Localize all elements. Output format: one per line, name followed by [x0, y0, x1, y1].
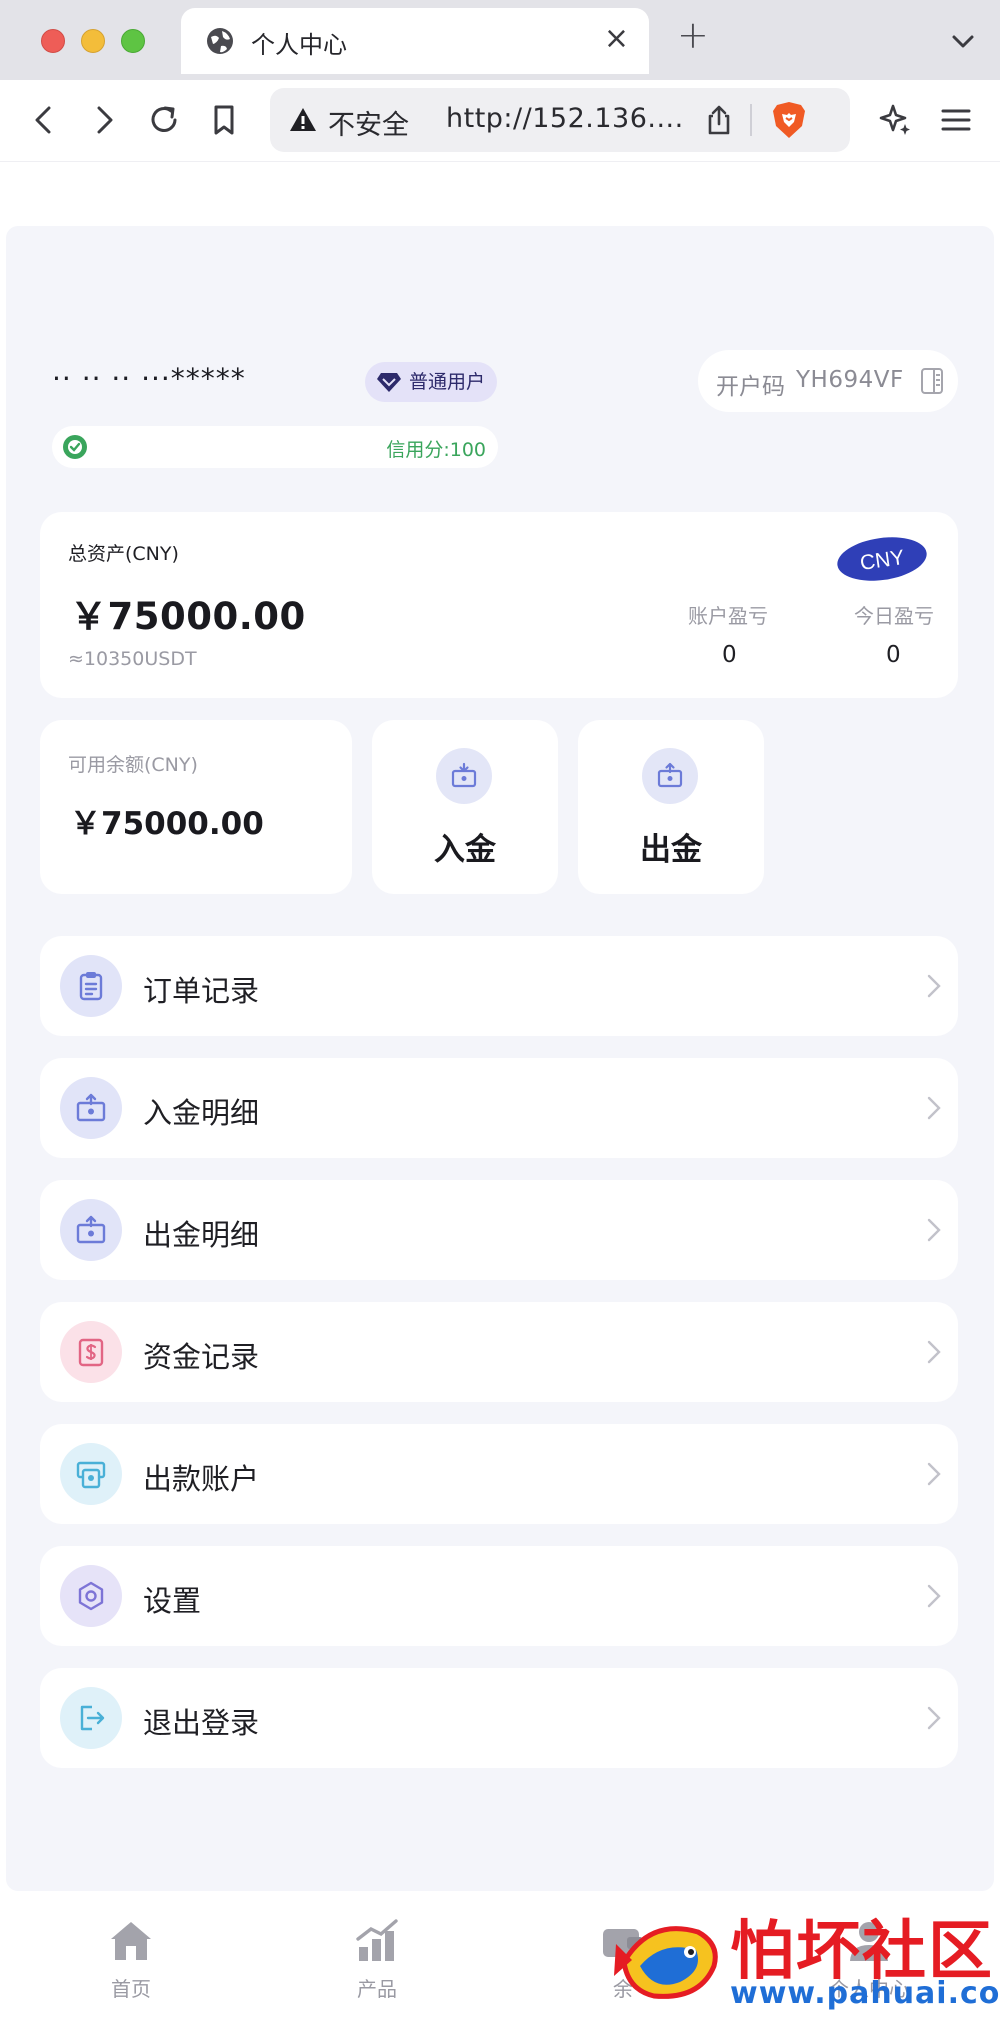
home-icon — [111, 1922, 151, 1960]
nav-products[interactable]: 产品 — [302, 1907, 452, 2007]
total-assets-card: 总资产(CNY) ￥75000.00 ≈10350USDT CNY 账户盈亏 0… — [40, 512, 958, 698]
chevron-right-icon — [927, 1706, 941, 1730]
account-code-value: YH694VF — [796, 367, 904, 393]
browser-tab[interactable]: 个人中心 × — [181, 8, 649, 74]
menu-item-deposit-detail[interactable]: 入金明细 — [40, 1058, 958, 1158]
brave-shield-icon[interactable] — [770, 100, 808, 140]
menu-item-label: 入金明细 — [143, 1096, 260, 1130]
share-icon[interactable] — [702, 103, 736, 137]
menu-item-settings[interactable]: 设置 — [40, 1546, 958, 1646]
available-balance-amount: ￥75000.00 — [70, 806, 264, 842]
withdraw-button[interactable]: 出金 — [578, 720, 764, 894]
currency-badge[interactable]: CNY — [836, 536, 928, 582]
chevron-right-icon — [927, 1584, 941, 1608]
total-assets-amount: ￥75000.00 — [70, 595, 306, 638]
menu-item-order-record[interactable]: 订单记录 — [40, 936, 958, 1036]
deposit-detail-icon — [60, 1077, 122, 1139]
nav-home[interactable]: 首页 — [56, 1907, 206, 2007]
url-text[interactable]: http://152.136.... — [446, 103, 684, 134]
usdt-equivalent: ≈10350USDT — [68, 648, 197, 670]
menu-item-logout[interactable]: 退出登录 — [40, 1668, 958, 1768]
withdraw-detail-icon — [60, 1199, 122, 1261]
fund-record-icon — [60, 1321, 122, 1383]
diamond-icon — [377, 373, 401, 392]
withdraw-label: 出金 — [640, 832, 702, 868]
tab-close-button[interactable]: × — [604, 24, 629, 54]
tab-title: 个人中心 — [251, 31, 347, 59]
address-separator — [750, 104, 752, 136]
fish-logo-icon — [614, 1926, 718, 1999]
menu-item-payout-account[interactable]: 出款账户 — [40, 1424, 958, 1524]
chevron-down-icon[interactable] — [946, 24, 980, 58]
chevron-right-icon — [927, 974, 941, 998]
settings-icon — [60, 1565, 122, 1627]
menu-item-label: 设置 — [143, 1584, 202, 1618]
chevron-right-icon — [927, 1096, 941, 1120]
globe-icon — [207, 28, 233, 54]
new-tab-button[interactable]: + — [677, 16, 709, 54]
total-assets-label: 总资产(CNY) — [68, 543, 179, 565]
username: ·· ·· ·· ···***** — [52, 362, 246, 395]
watermark: 怕坏社区 www.pahuai.com — [600, 1900, 1000, 2018]
order-record-icon — [60, 955, 122, 1017]
menu-item-label: 出款账户 — [143, 1462, 260, 1496]
logout-icon — [60, 1687, 122, 1749]
deposit-icon — [436, 748, 492, 804]
today-pnl-label: 今日盈亏 — [854, 604, 934, 628]
bookmark-icon[interactable] — [204, 100, 244, 140]
back-icon[interactable] — [24, 100, 64, 140]
nav-products-label: 产品 — [357, 1977, 397, 2001]
nav-home-label: 首页 — [111, 1977, 151, 2001]
menu-item-fund-record[interactable]: 资金记录 — [40, 1302, 958, 1402]
deposit-label: 入金 — [434, 832, 496, 868]
account-code-pill[interactable]: 开户码 YH694VF — [698, 350, 958, 412]
credit-badge-icon — [63, 435, 87, 459]
chevron-right-icon — [927, 1218, 941, 1242]
role-badge: 普通用户 — [365, 362, 498, 402]
forward-icon[interactable] — [84, 100, 124, 140]
available-balance-label: 可用余额(CNY) — [68, 754, 198, 776]
withdraw-icon — [642, 748, 698, 804]
account-code-label: 开户码 — [716, 374, 785, 400]
credit-score-pill: 信用分:100 — [52, 426, 498, 468]
hamburger-menu-icon[interactable] — [936, 100, 976, 140]
copy-icon[interactable] — [920, 367, 944, 395]
reload-icon[interactable] — [144, 100, 184, 140]
window-minimize-button[interactable] — [81, 29, 105, 53]
menu-item-label: 退出登录 — [143, 1706, 260, 1740]
browser-toolbar: 不安全 http://152.136.... — [0, 80, 1000, 162]
browser-tab-bar: 个人中心 × + — [0, 0, 1000, 80]
ai-sparkle-icon[interactable] — [876, 100, 916, 140]
account-pnl-value: 0 — [722, 642, 737, 668]
address-bar[interactable]: 不安全 http://152.136.... — [270, 88, 850, 152]
payout-account-icon — [60, 1443, 122, 1505]
menu-item-label: 资金记录 — [143, 1340, 260, 1374]
available-balance-card: 可用余额(CNY) ￥75000.00 — [40, 720, 352, 894]
account-pnl-label: 账户盈亏 — [688, 604, 768, 628]
menu-item-withdraw-detail[interactable]: 出金明细 — [40, 1180, 958, 1280]
security-label[interactable]: 不安全 — [328, 103, 409, 142]
menu-item-label: 出金明细 — [143, 1218, 260, 1252]
menu-item-label: 订单记录 — [143, 974, 260, 1008]
deposit-button[interactable]: 入金 — [372, 720, 558, 894]
warning-icon[interactable] — [288, 105, 318, 135]
window-close-button[interactable] — [41, 29, 65, 53]
chevron-right-icon — [927, 1340, 941, 1364]
role-badge-label: 普通用户 — [409, 371, 486, 393]
credit-score: 信用分:100 — [386, 439, 486, 461]
window-zoom-button[interactable] — [121, 29, 145, 53]
watermark-url: www.pahuai.com — [730, 1976, 1000, 2011]
today-pnl-value: 0 — [886, 642, 901, 668]
chart-icon — [356, 1919, 398, 1961]
chevron-right-icon — [927, 1462, 941, 1486]
